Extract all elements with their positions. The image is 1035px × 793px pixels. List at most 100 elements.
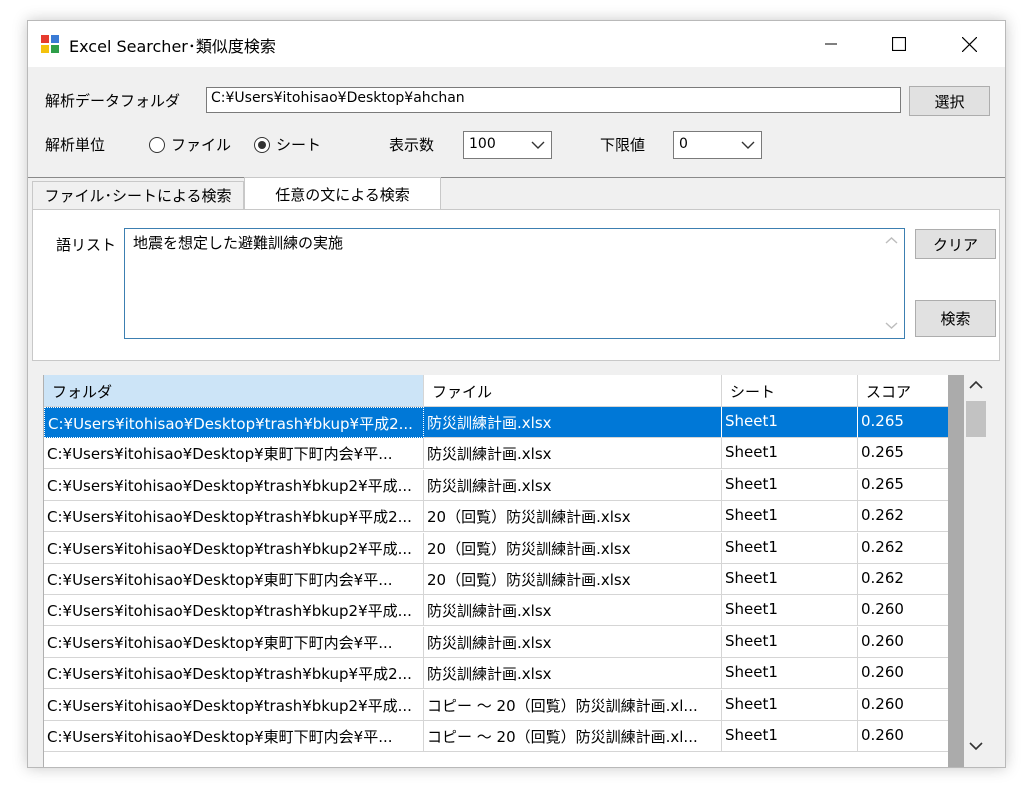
cell-file[interactable]: 防災訓練計画.xlsx (424, 626, 722, 658)
cell-score[interactable]: 0.260 (858, 595, 949, 627)
cell-file[interactable]: 20（回覧）防災訓練計画.xlsx (424, 564, 722, 595)
cell-sheet[interactable]: Sheet1 (722, 501, 858, 533)
cell-score[interactable]: 0.265 (858, 469, 949, 501)
cell-sheet[interactable]: Sheet1 (722, 407, 858, 438)
chevron-down-icon (531, 141, 545, 149)
cell-file[interactable]: 20（回覧）防災訓練計画.xlsx (424, 532, 722, 564)
table-row[interactable]: C:¥Users¥itohisao¥Desktop¥trash¥bkup2¥平成… (44, 532, 949, 564)
grid-empty-area (948, 375, 964, 767)
column-header-score[interactable]: スコア (858, 375, 949, 407)
cell-folder[interactable]: C:¥Users¥itohisao¥Desktop¥trash¥bkup¥平成2… (44, 407, 424, 438)
display-count-value: 100 (469, 136, 496, 152)
table-row[interactable]: C:¥Users¥itohisao¥Desktop¥trash¥bkup¥平成2… (44, 501, 949, 533)
cell-sheet[interactable]: Sheet1 (722, 626, 858, 658)
table-row[interactable]: C:¥Users¥itohisao¥Desktop¥trash¥bkup2¥平成… (44, 469, 949, 501)
cell-score[interactable]: 0.260 (858, 658, 949, 690)
clear-button[interactable]: クリア (915, 229, 996, 259)
minimize-button[interactable] (808, 21, 854, 67)
cell-folder[interactable]: C:¥Users¥itohisao¥Desktop¥東町下町内会¥平... (44, 721, 424, 752)
cell-folder[interactable]: C:¥Users¥itohisao¥Desktop¥trash¥bkup¥平成2… (44, 658, 424, 690)
maximize-button[interactable] (876, 21, 922, 67)
word-list-textarea[interactable]: 地震を想定した避難訓練の実施 (124, 228, 905, 339)
close-icon (961, 36, 977, 52)
results-grid[interactable]: フォルダ ファイル シート スコア C:¥Users¥itohisao¥Desk… (43, 375, 949, 767)
folder-path-input[interactable]: C:¥Users¥itohisao¥Desktop¥ahchan (206, 87, 901, 113)
cell-sheet[interactable]: Sheet1 (722, 721, 858, 752)
tab-free-text-search[interactable]: 任意の文による検索 (244, 177, 441, 210)
cell-folder[interactable]: C:¥Users¥itohisao¥Desktop¥trash¥bkup2¥平成… (44, 595, 424, 627)
chevron-down-icon[interactable] (969, 741, 983, 751)
table-row[interactable]: C:¥Users¥itohisao¥Desktop¥東町下町内会¥平... 20（… (44, 564, 949, 595)
lower-limit-select[interactable]: 0 (673, 131, 762, 159)
cell-folder[interactable]: C:¥Users¥itohisao¥Desktop¥東町下町内会¥平... (44, 564, 424, 595)
results-scrollbar[interactable] (964, 375, 988, 767)
cell-score[interactable]: 0.262 (858, 532, 949, 564)
chevron-up-icon[interactable] (969, 380, 983, 390)
table-row[interactable]: C:¥Users¥itohisao¥Desktop¥東町下町内会¥平... 防災訓… (44, 626, 949, 658)
lower-limit-value: 0 (679, 136, 688, 152)
radio-sheet-label[interactable]: シート (276, 134, 321, 155)
cell-score[interactable]: 0.265 (858, 438, 949, 470)
table-row[interactable]: C:¥Users¥itohisao¥Desktop¥trash¥bkup2¥平成… (44, 595, 949, 627)
cell-folder[interactable]: C:¥Users¥itohisao¥Desktop¥trash¥bkup2¥平成… (44, 689, 424, 721)
app-window: Excel Searcher･類似度検索 解析データフォルダ C:¥Users¥… (27, 20, 1006, 768)
cell-sheet[interactable]: Sheet1 (722, 532, 858, 564)
cell-folder[interactable]: C:¥Users¥itohisao¥Desktop¥trash¥bkup2¥平成… (44, 532, 424, 564)
cell-score[interactable]: 0.262 (858, 501, 949, 533)
cell-sheet[interactable]: Sheet1 (722, 658, 858, 690)
radio-file-label[interactable]: ファイル (171, 134, 231, 155)
cell-folder[interactable]: C:¥Users¥itohisao¥Desktop¥東町下町内会¥平... (44, 626, 424, 658)
close-button[interactable] (946, 21, 992, 67)
folder-label: 解析データフォルダ (45, 92, 181, 110)
cell-folder[interactable]: C:¥Users¥itohisao¥Desktop¥trash¥bkup¥平成2… (44, 501, 424, 533)
table-row[interactable]: C:¥Users¥itohisao¥Desktop¥trash¥bkup¥平成2… (44, 658, 949, 690)
table-row[interactable]: C:¥Users¥itohisao¥Desktop¥東町下町内会¥平... コピー… (44, 721, 949, 752)
cell-folder[interactable]: C:¥Users¥itohisao¥Desktop¥東町下町内会¥平... (44, 438, 424, 470)
chevron-down-icon (741, 141, 755, 149)
cell-sheet[interactable]: Sheet1 (722, 595, 858, 627)
radio-sheet[interactable] (254, 137, 270, 153)
cell-file[interactable]: 20（回覧）防災訓練計画.xlsx (424, 501, 722, 533)
select-folder-button[interactable]: 選択 (909, 86, 990, 116)
window-title: Excel Searcher･類似度検索 (69, 37, 276, 56)
cell-score[interactable]: 0.260 (858, 689, 949, 721)
scrollbar-thumb[interactable] (966, 401, 986, 437)
app-icon (41, 35, 59, 53)
table-row[interactable]: C:¥Users¥itohisao¥Desktop¥trash¥bkup2¥平成… (44, 689, 949, 721)
cell-score[interactable]: 0.260 (858, 626, 949, 658)
cell-score[interactable]: 0.262 (858, 564, 949, 595)
cell-file[interactable]: コピー ～ 20（回覧）防災訓練計画.xl... (424, 721, 722, 752)
radio-file[interactable] (149, 137, 165, 153)
lower-limit-label: 下限値 (600, 136, 646, 154)
cell-file[interactable]: 防災訓練計画.xlsx (424, 407, 722, 438)
cell-file[interactable]: 防災訓練計画.xlsx (424, 438, 722, 470)
cell-score[interactable]: 0.260 (858, 721, 949, 752)
column-header-sheet[interactable]: シート (722, 375, 858, 407)
cell-sheet[interactable]: Sheet1 (722, 469, 858, 501)
cell-score[interactable]: 0.265 (858, 407, 949, 438)
column-header-folder[interactable]: フォルダ (44, 375, 424, 407)
display-count-select[interactable]: 100 (463, 131, 552, 159)
analysis-unit-label: 解析単位 (45, 136, 106, 154)
cell-file[interactable]: 防災訓練計画.xlsx (424, 658, 722, 690)
word-list-label: 語リスト (56, 236, 117, 254)
cell-sheet[interactable]: Sheet1 (722, 689, 858, 721)
cell-file[interactable]: 防災訓練計画.xlsx (424, 469, 722, 501)
cell-folder[interactable]: C:¥Users¥itohisao¥Desktop¥trash¥bkup2¥平成… (44, 469, 424, 501)
maximize-icon (892, 37, 906, 51)
divider (28, 177, 1005, 178)
tab-file-sheet-search[interactable]: ファイル･シートによる検索 (32, 181, 244, 209)
cell-file[interactable]: 防災訓練計画.xlsx (424, 595, 722, 627)
word-list-text: 地震を想定した避難訓練の実施 (133, 234, 344, 252)
search-button[interactable]: 検索 (915, 300, 996, 337)
column-header-file[interactable]: ファイル (424, 375, 722, 407)
cell-sheet[interactable]: Sheet1 (722, 438, 858, 470)
table-row[interactable]: C:¥Users¥itohisao¥Desktop¥trash¥bkup¥平成2… (44, 407, 949, 438)
cell-sheet[interactable]: Sheet1 (722, 564, 858, 595)
table-row[interactable]: C:¥Users¥itohisao¥Desktop¥東町下町内会¥平... 防災訓… (44, 438, 949, 470)
display-count-label: 表示数 (389, 136, 435, 154)
minimize-icon (825, 43, 837, 45)
textarea-scrollbar[interactable] (879, 229, 904, 338)
title-bar[interactable]: Excel Searcher･類似度検索 (28, 21, 1005, 67)
cell-file[interactable]: コピー ～ 20（回覧）防災訓練計画.xl... (424, 689, 722, 721)
